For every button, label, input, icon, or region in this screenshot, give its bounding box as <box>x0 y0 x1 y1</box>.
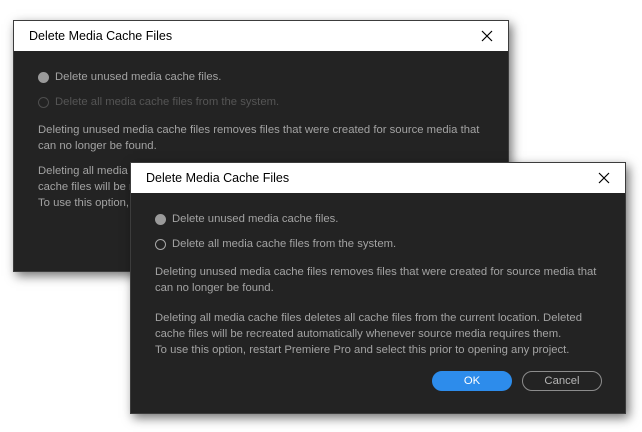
close-icon <box>598 172 610 184</box>
back-dialog-title: Delete Media Cache Files <box>29 29 173 43</box>
back-option-unused[interactable]: Delete unused media cache files. <box>38 68 508 86</box>
back-dialog-titlebar: Delete Media Cache Files <box>14 21 508 51</box>
text-line: Deleting unused media cache files remove… <box>155 266 597 278</box>
radio-selected-icon <box>155 213 166 225</box>
radio-selected-icon <box>38 71 49 83</box>
front-dialog-titlebar: Delete Media Cache Files <box>131 163 625 193</box>
cancel-button[interactable]: Cancel <box>522 371 602 391</box>
back-dialog-close-button[interactable] <box>476 25 498 47</box>
text-line: To use this option, restart Premiere Pro… <box>155 344 570 356</box>
front-dialog-close-button[interactable] <box>593 167 615 189</box>
back-option-unused-label: Delete unused media cache files. <box>55 71 222 83</box>
front-dialog-title: Delete Media Cache Files <box>146 171 290 185</box>
front-description-unused: Deleting unused media cache files remove… <box>155 264 615 296</box>
back-description-unused: Deleting unused media cache files remove… <box>38 122 498 154</box>
ok-button[interactable]: OK <box>432 371 512 391</box>
text-line: cache files will be recreated automatica… <box>155 328 562 340</box>
front-option-all[interactable]: Delete all media cache files from the sy… <box>155 235 625 253</box>
text-line: Deleting unused media cache files remove… <box>38 124 480 136</box>
text-line: Deleting all media cache files deletes a… <box>155 312 582 324</box>
radio-disabled-icon <box>38 96 49 108</box>
front-option-unused[interactable]: Delete unused media cache files. <box>155 210 625 228</box>
text-line: can no longer be found. <box>155 282 274 294</box>
front-option-unused-label: Delete unused media cache files. <box>172 213 339 225</box>
back-option-all: Delete all media cache files from the sy… <box>38 93 508 111</box>
back-option-all-label: Delete all media cache files from the sy… <box>55 96 280 108</box>
front-dialog-buttons: OK Cancel <box>432 371 602 391</box>
front-dialog: Delete Media Cache Files Delete unused m… <box>130 162 626 414</box>
front-option-all-label: Delete all media cache files from the sy… <box>172 238 397 250</box>
front-dialog-body: Delete unused media cache files. Delete … <box>131 193 625 358</box>
front-description-all: Deleting all media cache files deletes a… <box>155 310 615 358</box>
radio-unselected-icon <box>155 238 166 250</box>
text-line: can no longer be found. <box>38 140 157 152</box>
close-icon <box>481 30 493 42</box>
